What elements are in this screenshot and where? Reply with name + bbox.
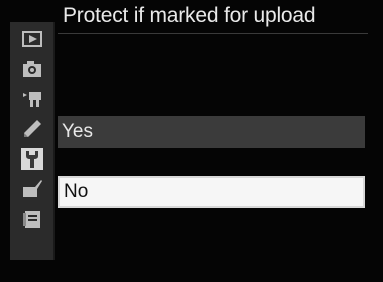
my-menu-icon[interactable] bbox=[21, 208, 43, 230]
camera-menu-screen: Protect if marked for upload Yes No bbox=[0, 0, 383, 282]
option-no-selected[interactable]: No bbox=[58, 176, 365, 208]
movie-menu-icon[interactable] bbox=[21, 88, 43, 110]
menu-tab-rail bbox=[10, 22, 54, 260]
rail-divider bbox=[53, 22, 55, 260]
setup-wrench-icon[interactable] bbox=[21, 148, 43, 170]
playback-menu-icon[interactable] bbox=[21, 28, 43, 50]
option-yes[interactable]: Yes bbox=[58, 116, 365, 148]
shooting-menu-icon[interactable] bbox=[21, 58, 43, 80]
menu-title: Protect if marked for upload bbox=[63, 4, 316, 27]
custom-settings-pencil-icon[interactable] bbox=[21, 118, 43, 140]
retouch-brush-icon[interactable] bbox=[21, 178, 43, 200]
title-divider bbox=[58, 33, 368, 34]
